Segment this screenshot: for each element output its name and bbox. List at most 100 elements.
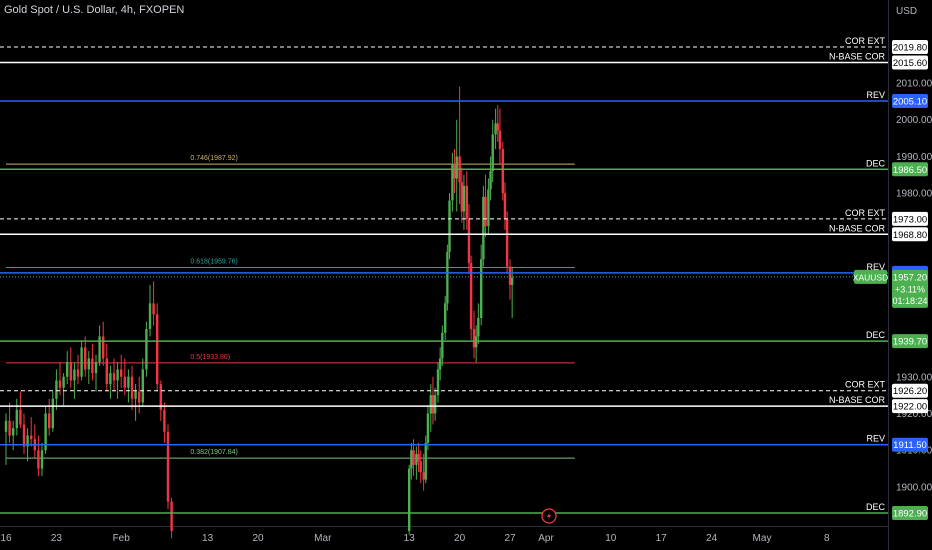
candle-body [51,398,54,429]
y-tick-label: 1900.00 [896,482,932,493]
candle-body [426,413,430,443]
candle-body [453,163,456,179]
level-price-label: 1926.20 [893,386,927,397]
candle-body [55,380,58,399]
x-tick-label: 17 [656,533,668,544]
candle-body [441,332,444,359]
candle-body [94,362,98,374]
level-name: REV [866,90,885,100]
candle-body [484,196,487,227]
candle-body [40,450,44,469]
candle-body [408,468,411,531]
x-tick-label: 8 [824,533,830,544]
candle-body [30,435,33,440]
candle-body [462,185,466,212]
y-tick-label: 1980.00 [896,189,932,200]
candle-body [487,189,490,227]
candle-body [508,266,512,285]
candle-body [422,472,425,480]
candle-body [19,409,22,425]
candle-body [433,395,437,414]
x-tick-label: 16 [0,533,12,544]
candle-body [84,347,87,370]
x-tick-label: 13 [202,533,214,544]
candle-body [412,450,415,465]
level-price-label: 1986.50 [893,165,927,176]
price-chart[interactable]: 1900.001910.001920.001930.001980.001990.… [0,0,932,550]
x-tick-label: 27 [504,533,516,544]
candle-body [496,123,499,131]
candle-body [138,391,141,403]
candle-body [431,395,435,414]
candle-body [446,251,449,304]
candle-body [109,373,112,385]
x-tick-label: May [753,533,772,544]
current-price-label: 1957.20 [893,272,927,283]
level-price-label: 1922.00 [893,402,927,413]
fib-label: 0.5(1933.80) [190,354,230,361]
level-name: DEC [866,158,886,168]
level-name: COR EXT [845,36,886,46]
candle-body [498,130,502,150]
candle-body [48,413,51,429]
x-tick-label: 23 [51,533,63,544]
candle-body [145,329,148,370]
candle-body [505,218,509,267]
candle-body [444,303,447,333]
candle-body [501,149,504,194]
x-tick-label: 20 [454,533,466,544]
level-name: DEC [866,502,886,512]
level-name: N-BASE COR [829,223,886,233]
candle-body [410,450,413,469]
candle-body [424,442,427,480]
level-price-label: 2015.60 [893,58,927,69]
candle-body [494,123,497,135]
candle-body [170,501,173,531]
level-price-label: 1939.70 [893,337,927,348]
candle-body [91,358,94,374]
candle-body [73,369,76,381]
candle-body [62,376,65,388]
level-price-label: 2005.10 [893,97,927,108]
candle-body [66,362,69,377]
candle-body [112,373,116,381]
candle-body [130,376,134,399]
level-price-label: 2019.80 [893,43,927,54]
level-name: DEC [866,330,886,340]
candle-body [503,193,507,219]
candle-body [417,453,420,462]
candle-body [472,329,476,348]
candle-body [4,420,8,432]
candle-body [134,391,137,399]
candle-body [105,358,108,385]
countdown-label: 01:18:24 [892,296,927,306]
candle-body [455,156,458,179]
candle-body [141,369,144,403]
candle-body [465,185,468,219]
candle-body [76,369,80,377]
symbol-label: XAUUSD [853,272,888,282]
candle-body [98,336,101,363]
candle-body [80,347,83,377]
candle-body [120,369,123,377]
candle-body [429,395,432,414]
candle-body [448,200,451,252]
candle-body [156,314,159,385]
candle-body [477,318,480,337]
y-tick-label: 1930.00 [896,372,932,383]
level-name: COR EXT [845,208,886,218]
candle-body [102,336,105,359]
candle-body [127,376,130,388]
level-price-label: 1911.50 [893,440,927,451]
candle-body [467,218,471,263]
candle-body [482,196,485,260]
level-price-label: 1968.80 [893,230,927,241]
candle-body [15,409,18,429]
candle-body [116,369,119,381]
fib-label: 0.382(1907.84) [190,449,237,456]
x-tick-label: Feb [113,533,131,544]
candle-body [163,409,166,432]
candle-body [510,277,514,285]
fib-label: 0.746(1987.92) [190,155,237,162]
candle-body [460,182,463,212]
